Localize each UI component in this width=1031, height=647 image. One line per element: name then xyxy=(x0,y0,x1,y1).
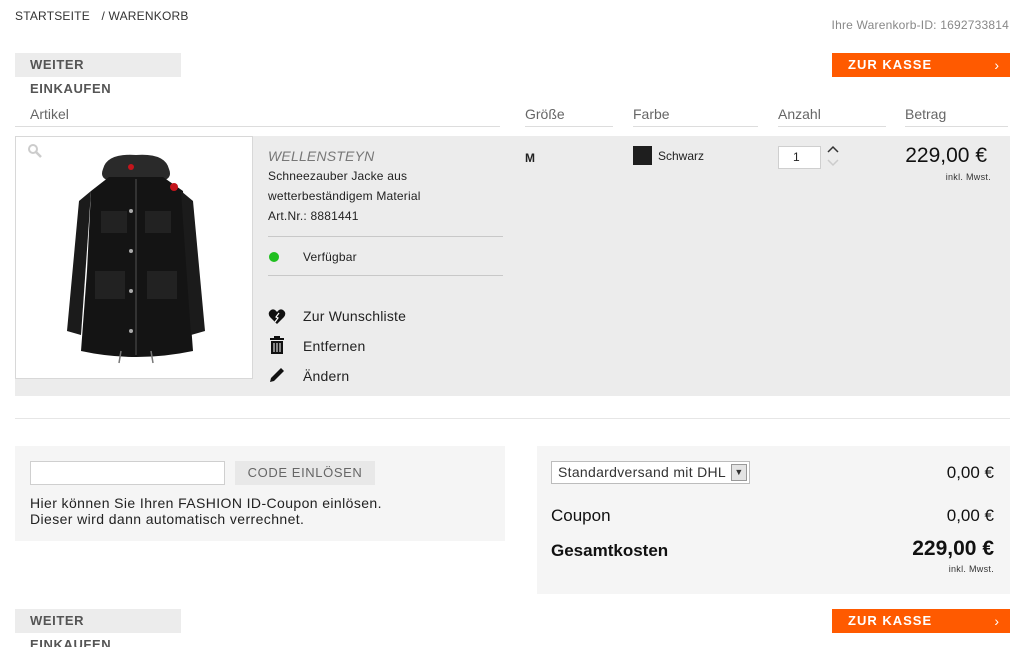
breadcrumb: STARTSEITE / WARENKORB xyxy=(15,9,197,23)
chevron-down-icon: ▼ xyxy=(731,464,747,481)
wishlist-link[interactable]: Zur Wunschliste xyxy=(303,308,406,324)
item-price: 229,00 € xyxy=(905,144,987,167)
breadcrumb-home[interactable]: STARTSEITE xyxy=(15,9,90,23)
total-vat-note: inkl. Mwst. xyxy=(948,564,994,574)
header-amount: Betrag xyxy=(905,106,1008,127)
checkout-label: ZUR KASSE xyxy=(848,613,933,628)
shipping-option: Standardversand mit DHL xyxy=(558,464,726,480)
chevron-right-icon: › xyxy=(994,613,1000,629)
header-size: Größe xyxy=(525,106,613,127)
checkout-button[interactable]: ZUR KASSE › xyxy=(832,53,1010,77)
cart-id: Ihre Warenkorb-ID: 1692733814 xyxy=(831,18,1009,32)
product-description-line2: wetterbeständigem Material xyxy=(268,189,421,203)
edit-link[interactable]: Ändern xyxy=(303,368,349,384)
chevron-right-icon: › xyxy=(994,57,1000,73)
item-vat-note: inkl. Mwst. xyxy=(945,172,991,182)
pencil-icon[interactable] xyxy=(268,366,286,384)
header-color: Farbe xyxy=(633,106,758,127)
quantity-input[interactable]: 1 xyxy=(778,146,821,169)
remove-link[interactable]: Entfernen xyxy=(303,338,366,354)
search-icon[interactable] xyxy=(27,143,43,159)
continue-shopping-button[interactable]: WEITER EINKAUFEN xyxy=(15,53,181,96)
availability-indicator xyxy=(269,252,279,262)
chevron-down-icon[interactable] xyxy=(826,158,840,168)
coupon-code-input[interactable] xyxy=(30,461,225,485)
availability-text: Verfügbar xyxy=(303,250,357,264)
continue-shopping-button-bottom[interactable]: WEITER EINKAUFEN xyxy=(15,609,181,647)
redeem-code-button[interactable]: CODE EINLÖSEN xyxy=(235,461,375,485)
shipping-cost: 0,00 € xyxy=(946,463,994,482)
item-size: M xyxy=(525,151,535,165)
item-color: Schwarz xyxy=(658,149,705,163)
coupon-info-text: Hier können Sie Ihren FASHION ID-Coupon … xyxy=(30,495,382,527)
heart-icon[interactable] xyxy=(268,308,286,326)
product-description-line1: Schneezauber Jacke aus xyxy=(268,169,408,183)
header-article: Artikel xyxy=(15,106,500,127)
header-quantity: Anzahl xyxy=(778,106,886,127)
article-number: Art.Nr.: 8881441 xyxy=(268,209,359,223)
divider xyxy=(268,236,503,237)
color-swatch xyxy=(633,146,652,165)
product-image[interactable] xyxy=(15,136,253,379)
trash-icon[interactable] xyxy=(268,336,286,354)
breadcrumb-current: / WARENKORB xyxy=(101,9,189,23)
jacket-image xyxy=(67,154,205,364)
product-brand[interactable]: WELLENSTEYN xyxy=(268,148,374,164)
section-divider xyxy=(15,418,1010,419)
checkout-label: ZUR KASSE xyxy=(848,57,933,72)
chevron-up-icon[interactable] xyxy=(826,144,840,154)
shipping-select[interactable]: Standardversand mit DHL ▼ xyxy=(551,461,750,484)
coupon-value: 0,00 € xyxy=(946,506,994,525)
total-value: 229,00 € xyxy=(912,537,994,560)
total-label: Gesamtkosten xyxy=(551,541,669,560)
coupon-label: Coupon xyxy=(551,506,611,525)
checkout-button-bottom[interactable]: ZUR KASSE › xyxy=(832,609,1010,633)
divider xyxy=(268,275,503,276)
